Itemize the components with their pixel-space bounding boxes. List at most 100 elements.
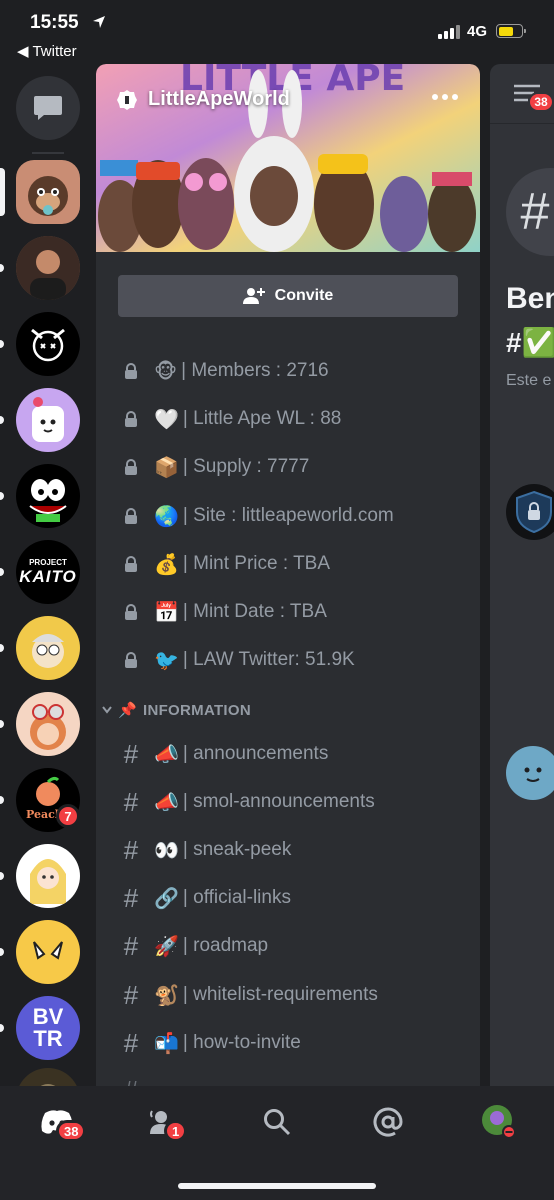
selected-server-indicator xyxy=(0,168,5,216)
stat-channel-mint-date[interactable]: 📅 | Mint Date : TBA xyxy=(116,594,327,630)
mention-badge: 7 xyxy=(56,804,80,828)
white-heart-emoji-icon: 🤍 xyxy=(154,408,179,431)
server-13[interactable] xyxy=(16,1068,80,1086)
chevron-down-icon xyxy=(102,706,112,714)
chat-view-peek[interactable]: 38 # Ben #✅ Este e xyxy=(490,64,554,1086)
tab-home[interactable]: 38 xyxy=(32,1102,87,1142)
channel-sneak-peek[interactable]: # 👀 | sneak-peek xyxy=(116,832,292,868)
channel-hash-icon: # xyxy=(506,168,554,256)
channel-partial[interactable]: # xyxy=(116,1072,154,1087)
ellipsis-icon xyxy=(442,94,448,100)
channel-name: | how-to-invite xyxy=(182,1032,301,1053)
location-arrow-icon xyxy=(93,16,105,28)
server-options-button[interactable] xyxy=(432,94,458,100)
welcome-title: Ben xyxy=(506,282,554,315)
members-badge: 38 xyxy=(528,92,554,112)
server-10[interactable] xyxy=(16,844,80,908)
person-photo-icon xyxy=(16,236,80,300)
home-badge: 38 xyxy=(56,1120,87,1142)
profile-avatar-icon xyxy=(482,1105,516,1139)
lock-icon xyxy=(125,604,137,620)
hashtag-icon: # xyxy=(123,930,139,961)
lock-icon xyxy=(125,363,137,379)
megaphone-emoji-icon: 📣 xyxy=(154,791,179,814)
unread-indicator xyxy=(0,340,4,348)
unread-indicator xyxy=(0,492,4,500)
tab-search[interactable] xyxy=(252,1102,302,1142)
hashtag-icon: # xyxy=(123,979,139,1010)
server-8[interactable] xyxy=(16,692,80,756)
channel-whitelist-requirements[interactable]: # 🐒 | whitelist-requirements xyxy=(116,977,378,1013)
rocket-emoji-icon: 🚀 xyxy=(154,935,179,958)
tab-friends[interactable]: 1 xyxy=(138,1102,188,1142)
mailbox-emoji-icon: 📬 xyxy=(154,1032,179,1055)
status-bar: 15:55 ◀ Twitter 4G xyxy=(0,0,554,64)
channel-panel: LITTLE APE LittleApeWorld Convite 🐵 | Me… xyxy=(96,64,480,1086)
category-information[interactable]: 📌 INFORMATION xyxy=(102,701,251,719)
server-rail: PROJECT KAITO Peach G 7 BV TR xyxy=(0,64,96,1086)
at-sign-icon xyxy=(373,1107,403,1137)
channel-official-links[interactable]: # 🔗 | official-links xyxy=(116,880,291,916)
stat-channel-site[interactable]: 🌏 | Site : littleapeworld.com xyxy=(116,498,394,534)
back-to-app-link[interactable]: ◀ Twitter xyxy=(17,42,77,60)
server-bvtr[interactable]: BV TR xyxy=(16,996,80,1060)
hashtag-icon: # xyxy=(123,882,139,913)
verified-server-icon xyxy=(117,89,137,110)
unread-indicator xyxy=(0,568,4,576)
megaphone-emoji-icon: 📣 xyxy=(154,743,179,766)
channel-how-to-invite[interactable]: # 📬 | how-to-invite xyxy=(116,1025,301,1061)
warrior-avatar-icon xyxy=(40,1084,56,1086)
server-11[interactable] xyxy=(16,920,80,984)
channel-name: | sneak-peek xyxy=(182,839,292,860)
chat-bubble-icon xyxy=(34,96,62,120)
network-type: 4G xyxy=(467,23,488,40)
server-3[interactable] xyxy=(16,312,80,376)
channel-announcements[interactable]: # 📣 | announcements xyxy=(116,736,329,772)
stat-channel-mint-price[interactable]: 💰 | Mint Price : TBA xyxy=(116,546,330,582)
channel-roadmap[interactable]: # 🚀 | roadmap xyxy=(116,928,268,964)
direct-messages-button[interactable] xyxy=(16,76,80,140)
welcome-subtitle: Este e xyxy=(506,372,552,389)
stat-channel-supply[interactable]: 📦 | Supply : 7777 xyxy=(116,449,309,485)
rail-divider xyxy=(32,152,64,154)
ellipsis-icon xyxy=(452,94,458,100)
channel-name: | official-links xyxy=(182,887,291,908)
channel-name: | Members : 2716 xyxy=(181,360,329,381)
channel-name: | Mint Price : TBA xyxy=(182,553,331,574)
ellipsis-icon xyxy=(432,94,438,100)
unread-indicator xyxy=(0,796,4,804)
tab-mentions[interactable] xyxy=(363,1102,413,1142)
hashtag-icon: # xyxy=(116,1075,146,1087)
user-avatar[interactable] xyxy=(506,746,554,800)
battery-icon xyxy=(496,24,526,38)
channel-smol-announcements[interactable]: # 📣 | smol-announcements xyxy=(116,784,375,820)
lock-icon xyxy=(125,508,137,524)
hands-logo-icon xyxy=(33,941,63,960)
server-project-kaito[interactable]: PROJECT KAITO xyxy=(16,540,80,604)
stat-channel-twitter[interactable]: 🐦 | LAW Twitter: 51.9K xyxy=(116,642,355,678)
smiley-avatar-icon xyxy=(524,767,542,782)
category-name: INFORMATION xyxy=(142,701,251,719)
pin-emoji-icon: 📌 xyxy=(118,702,137,719)
tab-profile[interactable] xyxy=(474,1102,524,1142)
server-5[interactable] xyxy=(16,464,80,528)
hashtag-icon: # xyxy=(123,786,139,817)
bird-emoji-icon: 🐦 xyxy=(154,649,179,672)
chat-header: 38 xyxy=(490,64,554,124)
server-header[interactable]: LittleApeWorld xyxy=(116,88,290,111)
home-indicator xyxy=(178,1183,376,1189)
unread-indicator xyxy=(0,948,4,956)
server-2[interactable] xyxy=(16,236,80,300)
channel-name: | whitelist-requirements xyxy=(182,984,378,1005)
channel-name: | announcements xyxy=(182,743,329,764)
back-app-label: Twitter xyxy=(32,43,77,60)
server-7[interactable] xyxy=(16,616,80,680)
server-4[interactable] xyxy=(16,388,80,452)
project-kaito-logo-small: PROJECT xyxy=(29,557,67,567)
invite-button[interactable]: Convite xyxy=(118,275,458,317)
server-little-ape-world[interactable] xyxy=(16,160,80,224)
stat-channel-members[interactable]: 🐵 | Members : 2716 xyxy=(116,353,329,389)
stat-channel-wl[interactable]: 🤍 | Little Ape WL : 88 xyxy=(116,401,341,437)
channel-name: | Little Ape WL : 88 xyxy=(182,408,342,429)
channel-name: | LAW Twitter: 51.9K xyxy=(182,649,355,670)
